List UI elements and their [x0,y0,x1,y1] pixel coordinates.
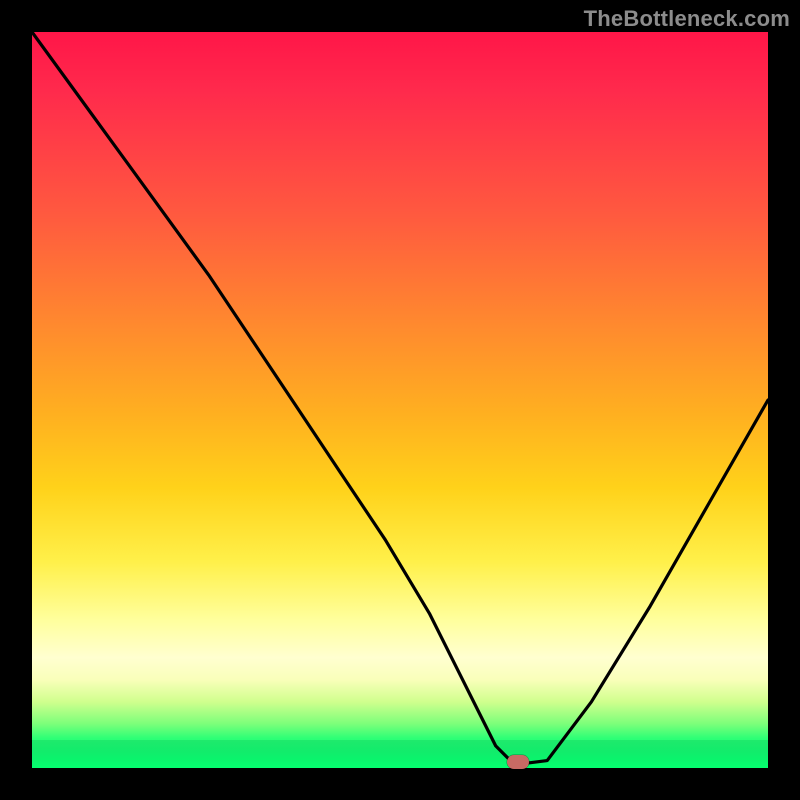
watermark-text: TheBottleneck.com [584,6,790,32]
optimal-point-marker [507,755,529,769]
bottleneck-curve [32,32,768,768]
plot-area [32,32,768,768]
chart-frame: TheBottleneck.com [0,0,800,800]
